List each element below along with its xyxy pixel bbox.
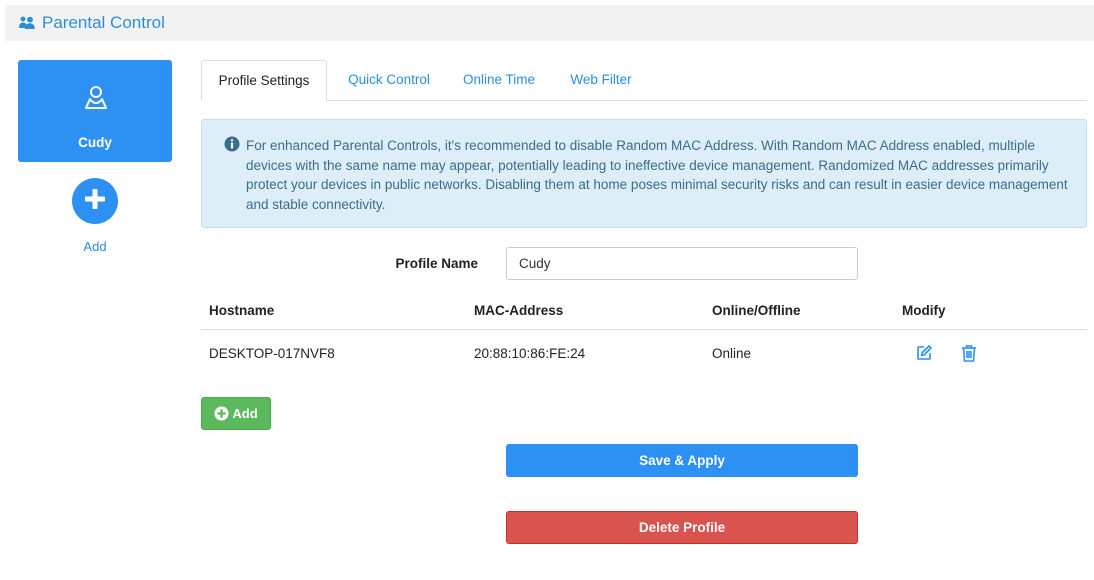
profile-name-label: Profile Name xyxy=(395,256,478,271)
plus-circle-icon xyxy=(214,406,229,421)
tab-online-time[interactable]: Online Time xyxy=(455,60,543,101)
header-modify: Modify xyxy=(902,303,946,318)
tab-web-filter[interactable]: Web Filter xyxy=(561,60,641,101)
page-title: Parental Control xyxy=(42,13,165,32)
delete-profile-button[interactable]: Delete Profile xyxy=(506,511,858,544)
user-profile-icon xyxy=(83,84,109,110)
add-device-label: Add xyxy=(232,406,258,421)
header-hostname: Hostname xyxy=(209,303,275,318)
add-profile-label[interactable]: Add xyxy=(18,239,172,254)
tab-quick-control[interactable]: Quick Control xyxy=(339,60,439,101)
add-device-button[interactable]: Add xyxy=(201,397,271,430)
info-alert: For enhanced Parental Controls, it's rec… xyxy=(201,119,1087,228)
cell-hostname: DESKTOP-017NVF8 xyxy=(209,346,335,361)
cell-status: Online xyxy=(712,346,752,361)
header-mac-address: MAC-Address xyxy=(474,303,564,318)
tab-profile-settings[interactable]: Profile Settings xyxy=(201,60,327,101)
info-alert-text: For enhanced Parental Controls, it's rec… xyxy=(246,138,1068,212)
table-row: DESKTOP-017NVF8 20:88:10:86:FE:24 Online xyxy=(201,330,1087,377)
users-icon xyxy=(18,16,36,30)
cell-mac-address: 20:88:10:86:FE:24 xyxy=(474,346,586,361)
profile-name-input[interactable] xyxy=(506,247,858,280)
profile-name-label: Cudy xyxy=(78,135,112,150)
profile-card-cudy[interactable]: Cudy xyxy=(18,60,172,162)
add-profile-button[interactable] xyxy=(72,178,118,224)
info-icon xyxy=(224,136,240,152)
table-header: Hostname MAC-Address Online/Offline Modi… xyxy=(201,292,1087,330)
header-online-offline: Online/Offline xyxy=(712,303,801,318)
edit-icon[interactable] xyxy=(914,343,934,363)
plus-icon xyxy=(84,188,106,215)
save-apply-button[interactable]: Save & Apply xyxy=(506,444,858,477)
trash-icon[interactable] xyxy=(959,343,979,363)
tab-bar: Profile Settings Quick Control Online Ti… xyxy=(201,60,1087,101)
page-header: Parental Control xyxy=(5,5,1094,41)
device-table: Hostname MAC-Address Online/Offline Modi… xyxy=(201,292,1087,377)
